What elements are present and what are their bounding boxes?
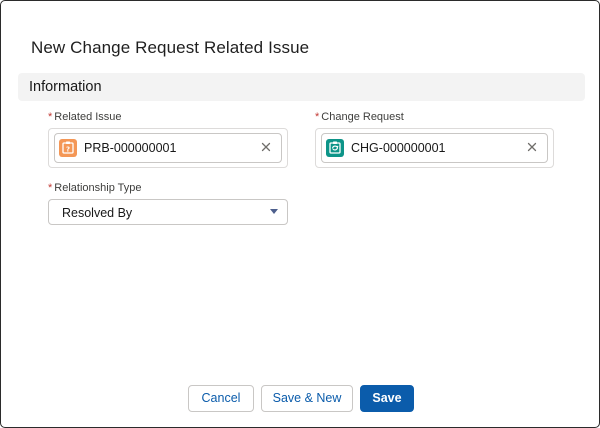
required-marker: *	[315, 111, 320, 123]
change-request-pill[interactable]: CHG-000000001	[321, 133, 548, 163]
close-icon[interactable]	[525, 140, 539, 154]
related-issue-value: PRB-000000001	[84, 141, 177, 155]
chevron-down-icon[interactable]	[270, 209, 278, 214]
related-issue-label: * Related Issue	[48, 111, 122, 123]
problem-object-icon: ?	[59, 139, 77, 157]
close-icon[interactable]	[259, 140, 273, 154]
relationship-type-label: * Relationship Type	[48, 182, 142, 194]
cancel-button[interactable]: Cancel	[188, 385, 254, 412]
relationship-type-select[interactable]: Resolved By	[48, 199, 288, 225]
related-issue-lookup[interactable]: ? PRB-000000001	[48, 128, 288, 168]
svg-text:?: ?	[66, 145, 70, 153]
save-button[interactable]: Save	[360, 385, 414, 412]
change-request-lookup[interactable]: CHG-000000001	[315, 128, 554, 168]
change-request-label-text: Change Request	[321, 111, 404, 123]
modal-dialog: New Change Request Related Issue Informa…	[0, 0, 600, 428]
required-marker: *	[48, 182, 53, 194]
relationship-type-label-text: Relationship Type	[54, 182, 142, 194]
change-request-value: CHG-000000001	[351, 141, 446, 155]
section-title: Information	[29, 79, 102, 95]
change-request-object-icon	[326, 139, 344, 157]
modal-title: New Change Request Related Issue	[31, 38, 310, 57]
related-issue-pill[interactable]: ? PRB-000000001	[54, 133, 282, 163]
change-request-label: * Change Request	[315, 111, 404, 123]
related-issue-label-text: Related Issue	[54, 111, 122, 123]
relationship-type-value: Resolved By	[62, 206, 133, 220]
section-header[interactable]: Information	[18, 73, 585, 101]
save-and-new-button[interactable]: Save & New	[261, 385, 353, 412]
required-marker: *	[48, 111, 53, 123]
